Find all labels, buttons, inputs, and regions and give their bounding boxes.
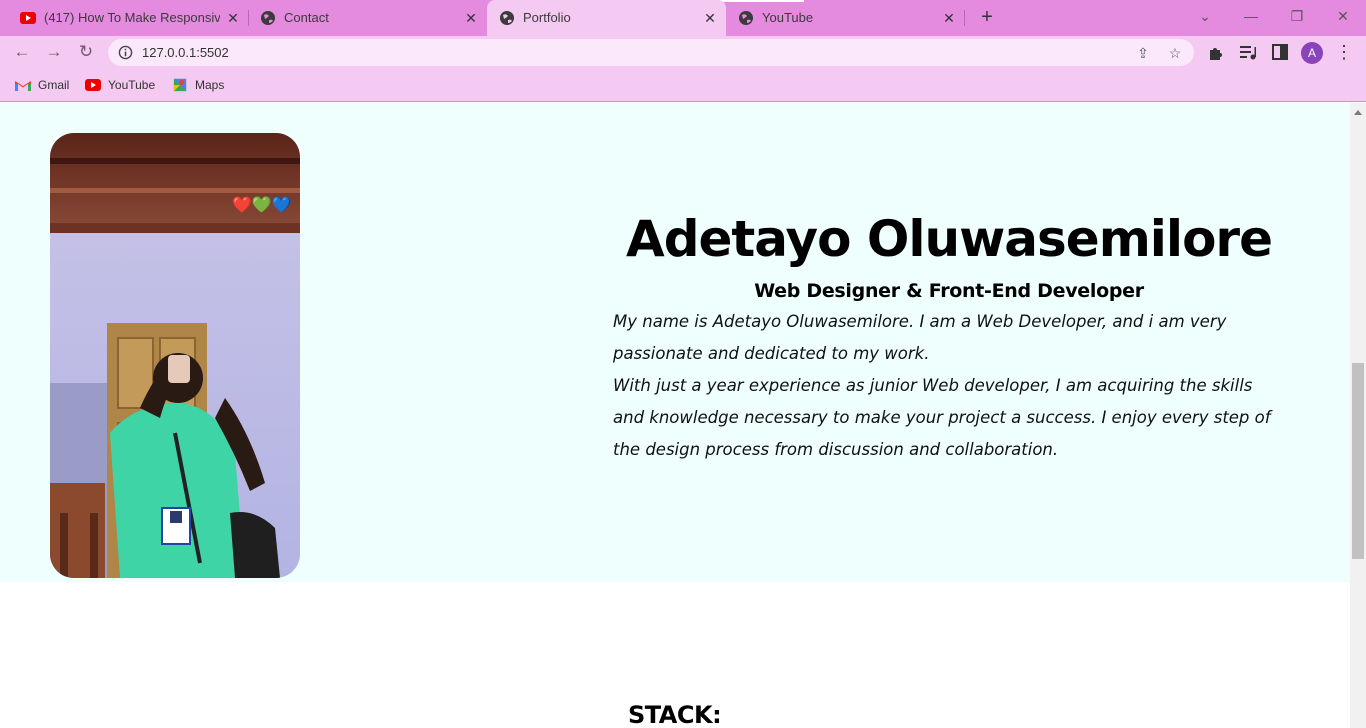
forward-icon[interactable]: → [41,39,67,65]
bookmark-youtube[interactable]: YouTube [85,76,155,94]
new-tab-icon[interactable]: + [977,7,997,27]
side-panel-icon[interactable] [1269,41,1291,63]
bookmark-maps[interactable]: Maps [172,76,224,94]
scrollbar-thumb[interactable] [1352,363,1364,559]
url-text: 127.0.0.1:5502 [142,45,229,60]
close-tab-icon[interactable]: ✕ [701,9,719,27]
tab-contact[interactable]: Contact ✕ [248,0,486,36]
back-icon[interactable]: ← [9,39,35,65]
close-window-icon[interactable]: ✕ [1331,5,1355,27]
close-tab-icon[interactable]: ✕ [940,9,958,27]
address-bar[interactable]: 127.0.0.1:5502 ⇪ ☆ [108,39,1194,66]
globe-icon [261,11,275,25]
bookmark-label: Maps [195,78,225,92]
hero-section: ❤️💚💙 Adetayo Oluwasemilore Web Designer … [0,103,1350,582]
bookmark-label: Gmail [38,78,70,92]
bookmark-star-icon[interactable]: ☆ [1166,44,1184,62]
youtube-icon [20,12,36,24]
page-viewport: ❤️💚💙 Adetayo Oluwasemilore Web Designer … [0,103,1350,728]
tab-title: YouTube [762,10,814,25]
stack-heading: STACK: [628,701,722,728]
close-tab-icon[interactable]: ✕ [462,9,480,27]
profile-photo-illustration: ❤️💚💙 [50,133,300,578]
tab-youtube-video[interactable]: (417) How To Make Responsive W ✕ [8,0,248,36]
bio-paragraph: My name is Adetayo Oluwasemilore. I am a… [613,312,1227,363]
bookmarks-bar: Gmail YouTube Maps [0,68,1366,102]
share-icon[interactable]: ⇪ [1134,44,1152,62]
hero-name: Adetayo Oluwasemilore [626,210,1273,268]
bookmark-label: YouTube [108,78,156,92]
menu-kebab-icon[interactable]: ⋮ [1333,41,1355,63]
site-info-icon[interactable] [118,45,133,60]
youtube-icon [85,79,101,91]
bookmark-gmail[interactable]: Gmail [15,76,69,94]
maps-icon [173,78,187,92]
globe-icon [500,11,514,25]
tab-portfolio[interactable]: Portfolio ✕ [487,0,726,36]
globe-icon [739,11,753,25]
browser-toolbar: ← → ↻ 127.0.0.1:5502 ⇪ ☆ A ⋮ [0,36,1366,68]
tab-strip: (417) How To Make Responsive W ✕ Contact… [0,0,1366,36]
close-tab-icon[interactable]: ✕ [224,9,242,27]
tab-search-chevron-icon[interactable]: ⌄ [1193,5,1217,27]
profile-avatar[interactable]: A [1301,42,1323,64]
extensions-icon[interactable] [1205,41,1227,63]
scroll-up-icon[interactable] [1354,110,1362,115]
tab-youtube[interactable]: YouTube ✕ [726,0,964,36]
reload-icon[interactable]: ↻ [73,39,99,65]
media-controls-icon[interactable] [1237,41,1259,63]
tab-title: Contact [284,10,329,25]
minimize-icon[interactable]: — [1239,5,1263,27]
tab-title: Portfolio [523,10,571,25]
hero-bio: My name is Adetayo Oluwasemilore. I am a… [613,306,1285,466]
hero-role: Web Designer & Front-End Developer [754,280,1144,302]
photo-emojis: ❤️💚💙 [232,196,292,214]
tab-title: (417) How To Make Responsive W [44,10,220,25]
bio-paragraph: With just a year experience as junior We… [613,376,1271,459]
profile-photo: ❤️💚💙 [50,133,300,578]
gmail-icon [15,81,31,91]
restore-icon[interactable]: ❐ [1285,5,1309,27]
tab-divider [964,10,965,26]
